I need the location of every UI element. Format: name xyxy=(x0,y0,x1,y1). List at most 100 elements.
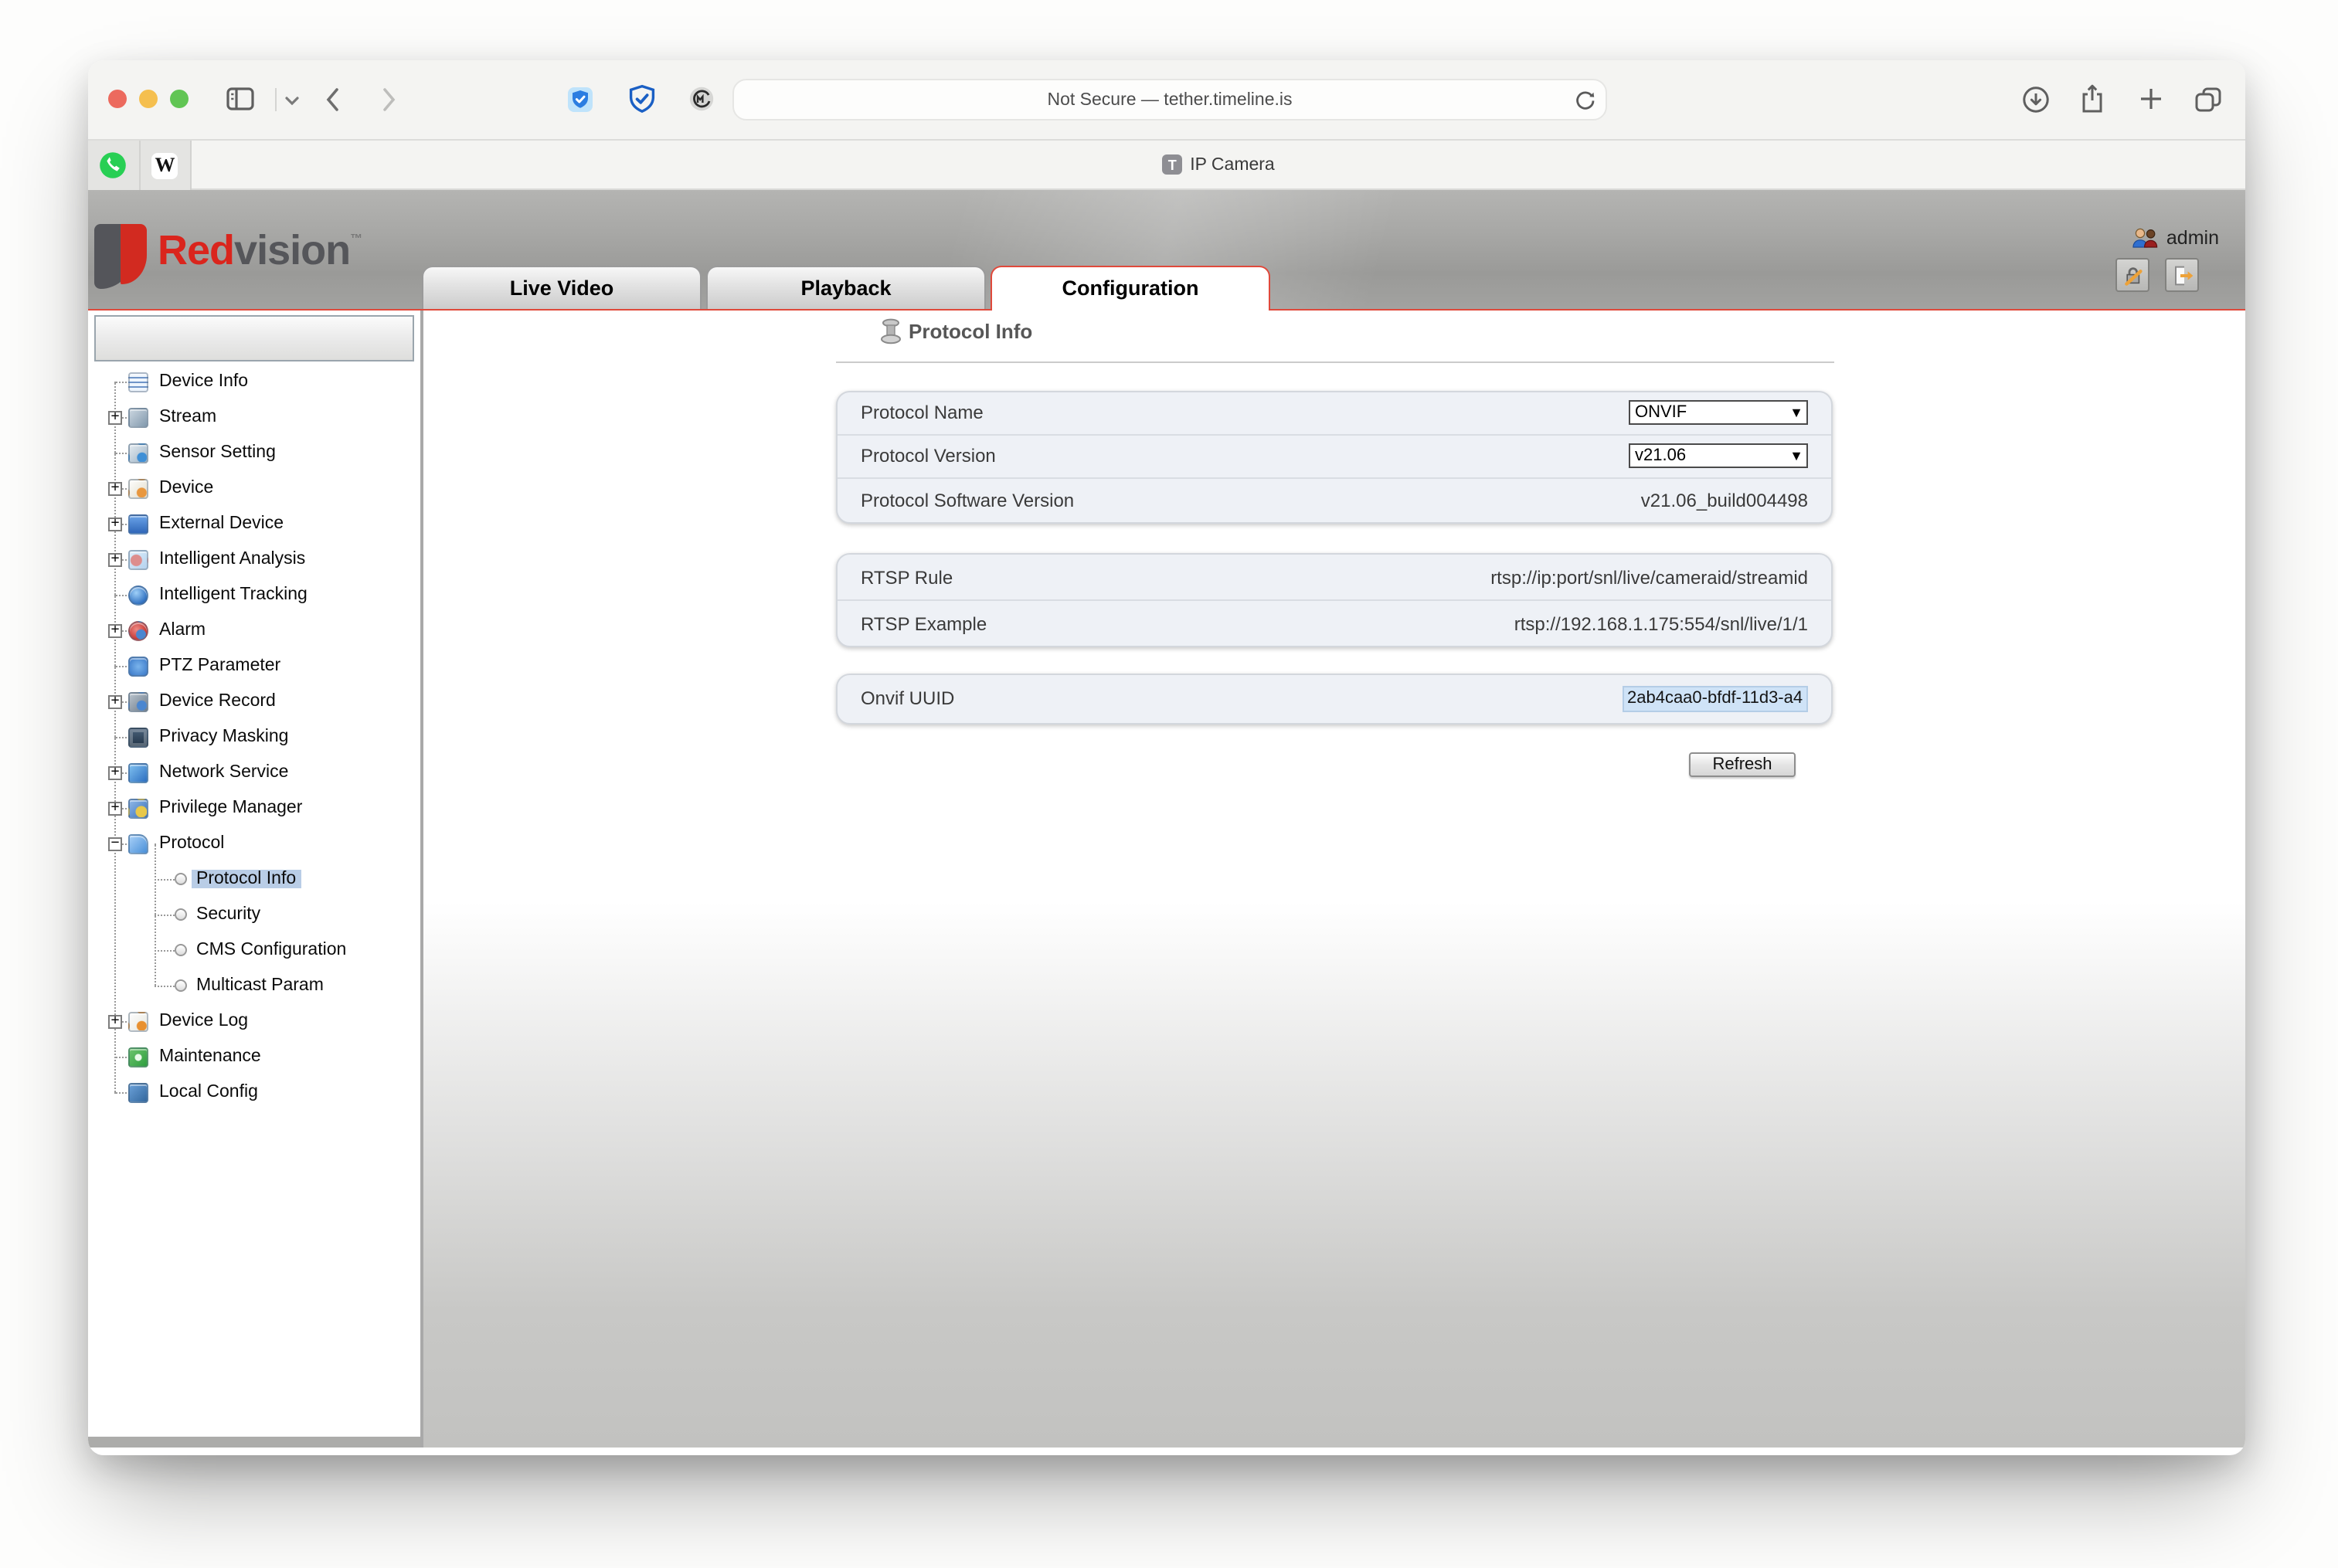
chevron-down-icon[interactable] xyxy=(284,96,300,107)
sidebar-item-multicast-param[interactable]: Multicast Param xyxy=(88,968,420,1003)
sidebar-item-ptz-parameter[interactable]: PTZ Parameter xyxy=(88,648,420,684)
sidebar-item-cms-configuration[interactable]: CMS Configuration xyxy=(88,932,420,968)
zoom-window-button[interactable] xyxy=(170,90,189,108)
tree-stub xyxy=(114,1091,130,1093)
sidebar-item-label: Device xyxy=(159,478,213,497)
sidebar-item-device-log[interactable]: + Device Log xyxy=(88,1003,420,1039)
sidebar-item-intelligent-analysis[interactable]: + Intelligent Analysis xyxy=(88,541,420,577)
expand-icon-intelligent-analysis[interactable]: + xyxy=(108,552,122,566)
change-password-button[interactable] xyxy=(2115,258,2149,292)
downloads-button[interactable] xyxy=(2023,87,2049,113)
sidebar-item-alarm[interactable]: +Alarm xyxy=(88,613,420,648)
expand-icon-alarm[interactable]: + xyxy=(108,623,122,637)
tree-stub xyxy=(114,1056,130,1057)
sidebar-item-label: Privacy Masking xyxy=(159,727,288,745)
expand-icon-device-log[interactable]: + xyxy=(108,1014,122,1028)
sidebar-item-device-info[interactable]: Device Info xyxy=(88,364,420,399)
redvision-logo-icon xyxy=(94,224,150,289)
sidebar-item-label: Privilege Manager xyxy=(159,798,302,816)
close-window-button[interactable] xyxy=(108,90,127,108)
url-text: Not Secure — tether.timeline.is xyxy=(1047,90,1292,109)
sidebar-item-label: Intelligent Analysis xyxy=(159,549,305,568)
sidebar-item-label: Maintenance xyxy=(159,1047,261,1065)
tab-playback[interactable]: Playback xyxy=(706,266,986,308)
network-service-icon xyxy=(128,762,148,782)
new-tab-button[interactable] xyxy=(2139,87,2163,111)
whatsapp-icon xyxy=(100,151,127,179)
sidebar-item-protocol[interactable]: −Protocol xyxy=(88,826,420,861)
sidebar-item-local-config[interactable]: Local Config xyxy=(88,1074,420,1110)
sidebar-item-label: Security xyxy=(196,904,260,923)
expand-icon-device[interactable]: + xyxy=(108,481,122,495)
row-rtsp-example: RTSP Examplertsp://192.168.1.175:554/snl… xyxy=(838,599,1831,646)
sidebar-item-network-service[interactable]: + Network Service xyxy=(88,755,420,790)
tab-bar: W T IP Camera xyxy=(88,139,2245,190)
sidebar-item-label: CMS Configuration xyxy=(196,940,346,959)
adblock-extension-icon[interactable] xyxy=(567,85,593,114)
bullet-icon xyxy=(175,943,187,955)
protocol-name-select[interactable]: ONVIF ▼ xyxy=(1629,400,1808,425)
dropdown-arrow-icon: ▼ xyxy=(1789,450,1803,463)
content-heading: Protocol Info xyxy=(881,317,1032,344)
rtsp-example-value: rtsp://192.168.1.175:554/snl/live/1/1 xyxy=(1514,613,1808,634)
pinned-tab-whatsapp[interactable] xyxy=(88,141,140,190)
collapse-icon-protocol[interactable]: − xyxy=(108,837,122,850)
sidebar: Device Info+StreamSensor Setting+Device+… xyxy=(88,310,423,1447)
m-circle-extension-icon[interactable] xyxy=(689,87,714,111)
panel-rtsp-rule: RTSP Rulertsp://ip:port/snl/live/camerai… xyxy=(836,553,1833,647)
sidebar-item-security[interactable]: Security xyxy=(88,897,420,932)
sidebar-item-privilege-manager[interactable]: + Privilege Manager xyxy=(88,790,420,826)
maintenance-icon xyxy=(128,1047,148,1067)
privacy-shield-extension-icon[interactable] xyxy=(627,83,657,116)
tree-stub xyxy=(114,665,130,667)
sidebar-item-sensor-setting[interactable]: Sensor Setting xyxy=(88,435,420,470)
row-protocol-name: Protocol NameONVIF▼ xyxy=(838,392,1831,434)
share-button[interactable] xyxy=(2080,83,2105,114)
sidebar-item-label: Multicast Param xyxy=(196,976,324,994)
panel-protocol-name: Protocol NameONVIF▼Protocol Versionv21.0… xyxy=(836,390,1833,523)
tab-overview-button[interactable] xyxy=(2194,87,2222,113)
sidebar-item-label: Device Log xyxy=(159,1011,248,1030)
sensor-setting-icon xyxy=(128,443,148,463)
expand-icon-external-device[interactable]: + xyxy=(108,517,122,531)
row-protocol-version: Protocol Version v21.06▼ xyxy=(838,434,1831,478)
sidebar-item-external-device[interactable]: +External Device xyxy=(88,506,420,541)
dropdown-arrow-icon: ▼ xyxy=(1789,406,1803,419)
refresh-button[interactable]: Refresh xyxy=(1689,752,1796,776)
logout-button[interactable] xyxy=(2165,258,2199,292)
sidebar-item-maintenance[interactable]: Maintenance xyxy=(88,1039,420,1074)
protocol-version-select[interactable]: v21.06▼ xyxy=(1629,444,1808,469)
expand-icon-privilege-manager[interactable]: + xyxy=(108,801,122,815)
tree-stub xyxy=(114,452,130,453)
sidebar-item-privacy-masking[interactable]: Privacy Masking xyxy=(88,719,420,755)
expand-icon-stream[interactable]: + xyxy=(108,410,122,424)
device-icon xyxy=(128,478,148,498)
sidebar-item-label: Network Service xyxy=(159,762,288,781)
sidebar-item-label: Sensor Setting xyxy=(159,443,276,461)
tab-configuration[interactable]: Configuration xyxy=(991,266,1270,311)
expand-icon-device-record[interactable]: + xyxy=(108,694,122,708)
sidebar-item-protocol-info[interactable]: Protocol Info xyxy=(88,861,420,897)
sidebar-item-label: Local Config xyxy=(159,1082,258,1101)
sidebar-toggle-icon[interactable] xyxy=(226,87,255,111)
expand-icon-network-service[interactable]: + xyxy=(108,765,122,779)
onvif-uuid-input[interactable]: 2ab4caa0-bfdf-11d3-a4 xyxy=(1623,685,1808,711)
forward-button[interactable] xyxy=(382,87,397,113)
tab-live-video[interactable]: Live Video xyxy=(422,266,702,308)
row-rtsp-rule: RTSP Rulertsp://ip:port/snl/live/camerai… xyxy=(838,555,1831,599)
pinned-tab-wikipedia[interactable]: W xyxy=(140,141,192,190)
sidebar-item-stream[interactable]: +Stream xyxy=(88,399,420,435)
sidebar-item-device[interactable]: + Device xyxy=(88,470,420,506)
back-button[interactable] xyxy=(325,87,340,113)
field-label: Onvif UUID xyxy=(861,687,954,709)
minimize-window-button[interactable] xyxy=(139,90,158,108)
desktop: Not Secure — tether.timeline.is xyxy=(0,0,2338,1568)
address-bar[interactable]: Not Secure — tether.timeline.is xyxy=(732,79,1607,120)
sidebar-item-device-record[interactable]: +Device Record xyxy=(88,684,420,719)
field-label: Protocol Version xyxy=(861,446,996,467)
reload-icon[interactable] xyxy=(1575,90,1595,111)
row-onvif-uuid: Onvif UUID 2ab4caa0-bfdf-11d3-a4 xyxy=(838,674,1831,722)
select-value: ONVIF xyxy=(1635,403,1687,422)
active-browser-tab[interactable]: T IP Camera xyxy=(192,141,2245,190)
sidebar-item-intelligent-tracking[interactable]: Intelligent Tracking xyxy=(88,577,420,613)
